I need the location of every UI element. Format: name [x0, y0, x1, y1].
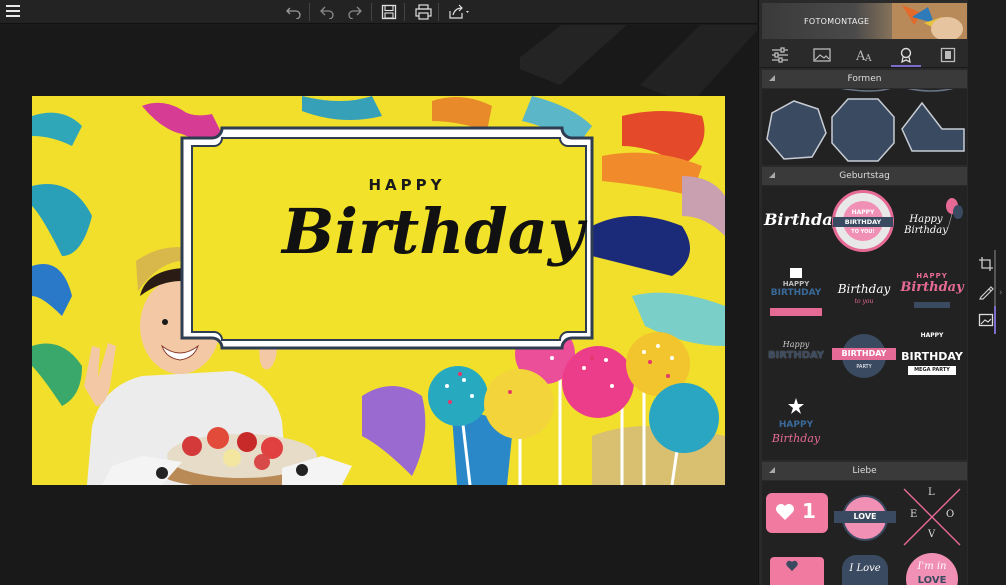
- sticker-birthday-to-you[interactable]: Birthday to you: [832, 264, 896, 320]
- formen-list: [762, 89, 967, 165]
- section-formen-label: Formen: [847, 74, 882, 84]
- sticker-text: I Love: [849, 563, 881, 574]
- sticker-text: PARTY: [856, 364, 872, 370]
- section-liebe[interactable]: Liebe: [762, 462, 967, 480]
- sticker-text: V: [928, 529, 936, 540]
- section-geburtstag-label: Geburtstag: [839, 171, 890, 181]
- tab-stickers[interactable]: [885, 42, 927, 67]
- sticker-text: HAPPY: [916, 272, 948, 280]
- toolbar-divider: [438, 3, 439, 21]
- print-icon[interactable]: [412, 2, 434, 22]
- banner-title: FOTOMONTAGE: [804, 17, 870, 26]
- card-happy-text: HAPPY: [368, 176, 446, 194]
- workspace: HAPPY Birthday: [0, 25, 757, 585]
- tab-text[interactable]: AA: [843, 42, 885, 67]
- sticker-text: HAPPY: [920, 332, 944, 339]
- toolbar-divider: [404, 3, 405, 21]
- sticker-text: L: [928, 487, 935, 498]
- text-icon: AA: [855, 49, 872, 63]
- sticker-love-badge[interactable]: LOVE: [834, 493, 896, 543]
- sticker-panel: FOTOMONTAGE AA Formen Geburtstag Birthda…: [758, 0, 969, 585]
- image-icon: [813, 47, 831, 62]
- geburtstag-list: Birthday HAPPY BIRTHDAY TO YOU! Happy Bi…: [762, 186, 967, 460]
- hamburger-icon[interactable]: [6, 5, 20, 17]
- sticker-text: BIRTHDAY: [767, 350, 825, 361]
- collapse-arrow-icon: [769, 172, 775, 178]
- tool-strip: ›: [968, 0, 1006, 585]
- save-icon[interactable]: [378, 2, 400, 22]
- sticker-text: MEGA PARTY: [908, 366, 956, 375]
- redo-icon[interactable]: [344, 2, 366, 22]
- sticker-like-counter[interactable]: 1: [766, 493, 828, 533]
- undo-step-icon[interactable]: [316, 2, 338, 22]
- frame-icon: [940, 47, 956, 62]
- toolbar-divider: [371, 3, 372, 21]
- sticker-happy-birthday-cake[interactable]: HAPPY BIRTHDAY: [764, 264, 828, 320]
- sticker-im-in-love[interactable]: I'm in LOVE: [900, 553, 964, 585]
- shapes-grid: [766, 89, 965, 162]
- section-geburtstag[interactable]: Geburtstag: [762, 167, 967, 185]
- sticker-text: O: [946, 509, 955, 520]
- share-icon[interactable]: [446, 2, 474, 22]
- sticker-text: E: [910, 509, 918, 520]
- sticker-text: LOVE: [834, 511, 896, 523]
- fotomontage-banner[interactable]: FOTOMONTAGE: [762, 3, 967, 39]
- sticker-text: to you: [854, 298, 874, 305]
- collapse-arrow-icon: [769, 75, 775, 81]
- sticker-text: HAPPY: [782, 280, 810, 288]
- sticker-text: BIRTHDAY: [770, 288, 822, 298]
- section-liebe-label: Liebe: [852, 466, 877, 476]
- sticker-text: BIRTHDAY: [832, 348, 896, 360]
- expand-chevron-icon[interactable]: ›: [999, 288, 1003, 298]
- sticker-text: Birthday: [837, 282, 891, 296]
- tab-frames[interactable]: [927, 42, 969, 67]
- sticker-text: Happy: [782, 340, 810, 349]
- sticker-happy-birthday-stars[interactable]: HAPPY Birthday: [764, 394, 828, 456]
- panel-tabs: AA: [759, 42, 969, 68]
- sticker-text: TO YOU!: [851, 229, 875, 235]
- tab-image[interactable]: [801, 42, 843, 67]
- sticker-birthday-script[interactable]: Birthday: [764, 194, 842, 254]
- photo-canvas[interactable]: HAPPY Birthday: [32, 96, 725, 485]
- sticker-happy-birthday-balloons[interactable]: Happy Birthday: [900, 194, 964, 254]
- section-formen[interactable]: Formen: [762, 70, 967, 88]
- sticker-happy-birthday-ribbon[interactable]: HAPPY Birthday: [900, 264, 964, 320]
- top-toolbar: [0, 0, 757, 24]
- collapse-arrow-icon: [769, 467, 775, 473]
- sticker-text: Birthday: [771, 432, 821, 445]
- sticker-love-banner[interactable]: [766, 553, 828, 585]
- sticker-happy-birthday-badge[interactable]: HAPPY BIRTHDAY TO YOU!: [832, 190, 894, 252]
- liebe-list: 1 LOVE L O V E I Love I'm in LOVE: [762, 481, 967, 585]
- sticker-love-arrows[interactable]: L O V E: [900, 485, 964, 549]
- sticker-happy-birthday-mega-party[interactable]: HAPPY BIRTHDAY MEGA PARTY: [900, 328, 964, 386]
- tab-adjust[interactable]: [759, 42, 801, 67]
- shape-octagon[interactable]: [831, 98, 895, 162]
- sticker-text: 1: [802, 499, 816, 523]
- undo-icon[interactable]: [283, 2, 305, 22]
- hearts-icon: [786, 560, 798, 571]
- tool-strip-active-indicator: [994, 306, 996, 334]
- toolbar-divider: [309, 3, 310, 21]
- sticker-text: I'm in: [917, 561, 947, 572]
- shape-chevron[interactable]: [901, 101, 965, 152]
- sticker-happy-birthday-dark[interactable]: Happy BIRTHDAY: [764, 334, 828, 386]
- badge-icon: [900, 47, 912, 63]
- card-birthday-text: Birthday: [282, 195, 584, 268]
- sticker-text: HAPPY: [778, 420, 814, 430]
- birthday-photo: [32, 96, 725, 485]
- sticker-birthday-party[interactable]: BIRTHDAY PARTY: [832, 328, 896, 384]
- sticker-text: Birthday: [900, 280, 964, 295]
- shape-heptagon[interactable]: [766, 100, 827, 160]
- sticker-i-love[interactable]: I Love: [834, 553, 896, 585]
- photo-editor-app: HAPPY Birthday FOTOMONTAGE AA Formen Geb…: [0, 0, 1006, 585]
- sticker-text: HAPPY: [851, 209, 875, 216]
- heart-icon: [774, 501, 796, 523]
- sticker-text: Birthday: [764, 210, 842, 229]
- svg-text:A: A: [864, 54, 872, 63]
- sliders-icon: [772, 46, 788, 63]
- sticker-text: BIRTHDAY: [833, 217, 893, 227]
- sticker-text: LOVE: [917, 575, 947, 585]
- sticker-text: Happy Birthday: [904, 214, 948, 236]
- sticker-text: BIRTHDAY: [901, 350, 963, 363]
